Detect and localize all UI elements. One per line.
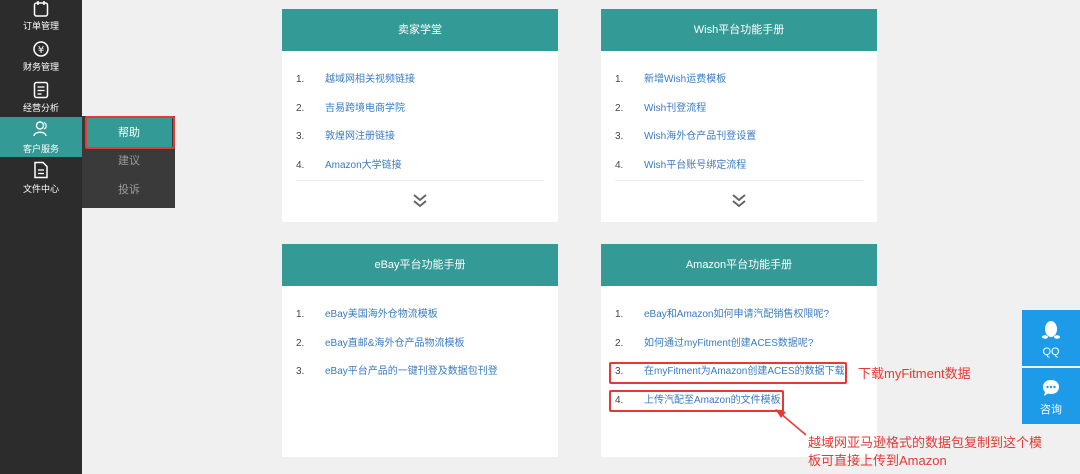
penguin-icon [1042, 320, 1060, 340]
item-link[interactable]: 敦煌网注册链接 [325, 123, 395, 152]
ebay-manual-card: eBay平台功能手册 1. eBay美国海外仓物流模板 2. eBay直邮&海外仓产… [282, 244, 558, 457]
item-link[interactable]: Wish刊登流程 [644, 95, 706, 124]
item-number: 1. [615, 309, 624, 320]
item-link[interactable]: 新增Wish运费模板 [644, 66, 726, 95]
nav-customer-service[interactable]: 客户服务 [0, 117, 82, 157]
item-link[interactable]: eBay平台产品的一键刊登及数据包刊登 [325, 358, 498, 387]
document-chart-icon [33, 81, 49, 99]
list-item[interactable]: 3. eBay平台产品的一键刊登及数据包刊登 [296, 358, 544, 387]
nav-label: 财务管理 [22, 62, 59, 72]
nav-label: 订单管理 [22, 21, 59, 31]
item-link[interactable]: Amazon大学链接 [325, 152, 402, 181]
card-footer [615, 180, 863, 222]
annotation-arrow-icon [775, 409, 807, 436]
item-link[interactable]: 越域网相关视频链接 [325, 66, 415, 95]
list-item[interactable]: 4. Amazon大学链接 [296, 152, 544, 181]
nav-label: 文件中心 [22, 184, 59, 194]
card-link-list: 1. eBay美国海外仓物流模板 2. eBay直邮&海外仓产品物流模板 3. eBa… [282, 286, 558, 387]
card-title: Amazon平台功能手册 [601, 244, 877, 286]
item-number: 4. [296, 159, 305, 171]
item-link[interactable]: Wish海外仓产品刊登设置 [644, 123, 756, 152]
list-item[interactable]: 2. 吉易跨境电商学院 [296, 95, 544, 124]
item-number: 2. [296, 102, 305, 114]
item-link[interactable]: eBay美国海外仓物流模板 [325, 301, 438, 330]
list-item[interactable]: 2. eBay直邮&海外仓产品物流模板 [296, 330, 544, 359]
card-footer [296, 180, 544, 222]
list-item[interactable]: 3. Wish海外仓产品刊登设置 [615, 123, 863, 152]
calendar-icon [33, 0, 49, 18]
nav-business-analysis[interactable]: 经营分析 [0, 79, 82, 119]
list-item[interactable]: 4. Wish平台账号绑定流程 [615, 152, 863, 181]
upload-note-line2: 板可直接上传到Amazon [808, 453, 947, 468]
chat-bubble-icon [1042, 378, 1060, 398]
wish-manual-card: Wish平台功能手册 1. 新增Wish运费模板 2. Wish刊登流程 3. Wis… [601, 9, 877, 222]
item-number: 3. [296, 131, 305, 142]
nav-finance-management[interactable]: ¥ 财务管理 [0, 38, 82, 78]
item-link[interactable]: 如何通过myFitment创建ACES数据呢? [644, 330, 813, 359]
item-number: 1. [296, 309, 305, 320]
card-title: 卖家学堂 [282, 9, 558, 51]
upload-note-line1: 越域网亚马逊格式的数据包复制到这个模 [808, 435, 1043, 450]
download-highlight-box [609, 362, 847, 384]
chevron-double-down-icon[interactable] [730, 192, 748, 210]
card-link-list: 1. 新增Wish运费模板 2. Wish刊登流程 3. Wish海外仓产品刊登设置 … [601, 51, 877, 180]
consult-label: 咨询 [1040, 404, 1062, 416]
list-item[interactable]: 1. eBay和Amazon如何申请汽配销售权限呢? [615, 301, 863, 330]
card-title: eBay平台功能手册 [282, 244, 558, 286]
chevron-double-down-icon[interactable] [411, 192, 429, 210]
list-item[interactable]: 1. eBay美国海外仓物流模板 [296, 301, 544, 330]
nav-label: 经营分析 [22, 103, 59, 113]
help-highlight-box [85, 116, 175, 149]
item-number: 1. [615, 74, 624, 85]
file-icon [33, 161, 49, 179]
submenu-suggestion[interactable]: 建议 [86, 146, 172, 176]
download-note: 下载myFitment数据 [858, 366, 971, 381]
list-item[interactable]: 1. 新增Wish运费模板 [615, 66, 863, 95]
nav-order-management[interactable]: 订单管理 [0, 0, 82, 40]
qq-button[interactable]: QQ [1022, 310, 1080, 366]
item-number: 3. [296, 366, 305, 377]
item-number: 3. [615, 131, 624, 142]
item-link[interactable]: eBay直邮&海外仓产品物流模板 [325, 330, 464, 359]
list-item[interactable]: 2. Wish刊登流程 [615, 95, 863, 124]
item-number: 2. [296, 337, 305, 349]
submenu-complaint[interactable]: 投诉 [86, 175, 172, 205]
card-link-list: 1. 越域网相关视频链接 2. 吉易跨境电商学院 3. 敦煌网注册链接 4. Amazo… [282, 51, 558, 180]
qq-label: QQ [1042, 346, 1060, 358]
card-title: Wish平台功能手册 [601, 9, 877, 51]
consult-button[interactable]: 咨询 [1022, 368, 1080, 424]
nav-file-center[interactable]: 文件中心 [0, 160, 82, 200]
item-link[interactable]: Wish平台账号绑定流程 [644, 152, 746, 181]
list-item[interactable]: 2. 如何通过myFitment创建ACES数据呢? [615, 330, 863, 359]
item-number: 1. [296, 74, 305, 85]
yuan-coin-icon: ¥ [33, 40, 49, 58]
list-item[interactable]: 3. 敦煌网注册链接 [296, 123, 544, 152]
upload-highlight-box [609, 390, 784, 412]
seller-school-card: 卖家学堂 1. 越域网相关视频链接 2. 吉易跨境电商学院 3. 敦煌网注册链接 4.… [282, 9, 558, 222]
item-number: 2. [615, 337, 624, 349]
item-link[interactable]: 吉易跨境电商学院 [325, 95, 405, 124]
list-item[interactable]: 1. 越域网相关视频链接 [296, 66, 544, 95]
amazon-manual-card: Amazon平台功能手册 1. eBay和Amazon如何申请汽配销售权限呢? 2… [601, 244, 877, 457]
item-link[interactable]: eBay和Amazon如何申请汽配销售权限呢? [644, 301, 829, 330]
item-number: 4. [615, 159, 624, 171]
svg-text:¥: ¥ [38, 45, 44, 56]
sidebar: 订单管理 ¥ 财务管理 经营分析 客户服务 文件中心 [0, 0, 82, 474]
nav-label: 客户服务 [22, 144, 59, 154]
users-icon [33, 120, 49, 138]
item-number: 2. [615, 102, 624, 114]
